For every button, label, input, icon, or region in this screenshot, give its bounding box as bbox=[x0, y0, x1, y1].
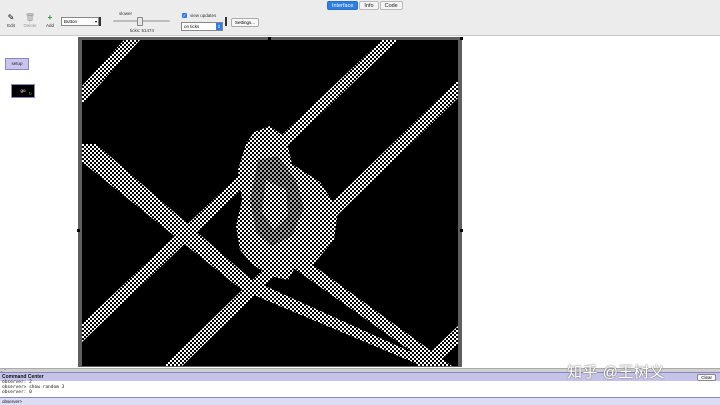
forever-loop-icon: ↻ bbox=[28, 91, 32, 96]
toolbar-divider bbox=[225, 17, 227, 26]
add-label: Add bbox=[45, 23, 54, 28]
resize-handle-left[interactable] bbox=[77, 229, 80, 232]
toolbar: Interface Info Code ✎ Edit 🗑 Delete + Ad… bbox=[0, 0, 720, 36]
go-button[interactable]: go ↻ bbox=[11, 84, 35, 98]
add-button[interactable]: + Add bbox=[40, 14, 60, 29]
widget-type-select[interactable]: Button ▾ bbox=[61, 17, 99, 26]
watermark: 知乎 @王树义 bbox=[567, 364, 665, 381]
view-updates-checkbox[interactable]: ✓ bbox=[182, 13, 187, 18]
plus-icon: + bbox=[47, 13, 53, 22]
tab-bar: Interface Info Code bbox=[327, 1, 403, 10]
resize-handle-top-right[interactable] bbox=[460, 37, 463, 40]
chevron-down-icon: ▾ bbox=[94, 19, 97, 24]
command-input[interactable]: observer> bbox=[0, 397, 720, 405]
update-mode-value: on ticks bbox=[184, 24, 200, 29]
widget-type-value: Button bbox=[64, 19, 78, 24]
speed-slider[interactable] bbox=[113, 17, 170, 26]
output-line: observer: 0 bbox=[2, 390, 32, 395]
delete-button[interactable]: 🗑 Delete bbox=[20, 14, 40, 29]
command-center-output: observer: 2 observer> show random 3 obse… bbox=[2, 380, 718, 396]
setup-button[interactable]: setup bbox=[5, 58, 29, 70]
resize-handle-right[interactable] bbox=[460, 229, 463, 232]
tab-code[interactable]: Code bbox=[379, 1, 403, 10]
tab-info[interactable]: Info bbox=[359, 1, 379, 10]
edit-label: Edit bbox=[7, 23, 15, 28]
central-cluster bbox=[236, 126, 338, 280]
pencil-icon: ✎ bbox=[7, 13, 15, 22]
world-view-canvas bbox=[82, 40, 458, 366]
go-label: go bbox=[20, 88, 26, 93]
view-updates-label: view updates bbox=[190, 13, 217, 18]
toolbar-divider bbox=[99, 17, 101, 26]
update-mode-select[interactable]: on ticks ⇕ bbox=[181, 22, 223, 31]
settings-button[interactable]: Settings... bbox=[231, 18, 260, 27]
ticks-counter: ticks: 51474 bbox=[130, 28, 155, 33]
speed-label: slower bbox=[119, 11, 133, 16]
speed-slider-handle[interactable] bbox=[137, 17, 143, 26]
tab-interface[interactable]: Interface bbox=[327, 1, 359, 10]
command-context-select[interactable]: observer> bbox=[2, 398, 22, 405]
trash-icon: 🗑 bbox=[24, 13, 36, 22]
edit-button[interactable]: ✎ Edit bbox=[1, 14, 21, 29]
world-view[interactable] bbox=[82, 40, 458, 366]
delete-label: Delete bbox=[23, 23, 37, 28]
chevron-updown-icon: ⇕ bbox=[216, 23, 222, 30]
